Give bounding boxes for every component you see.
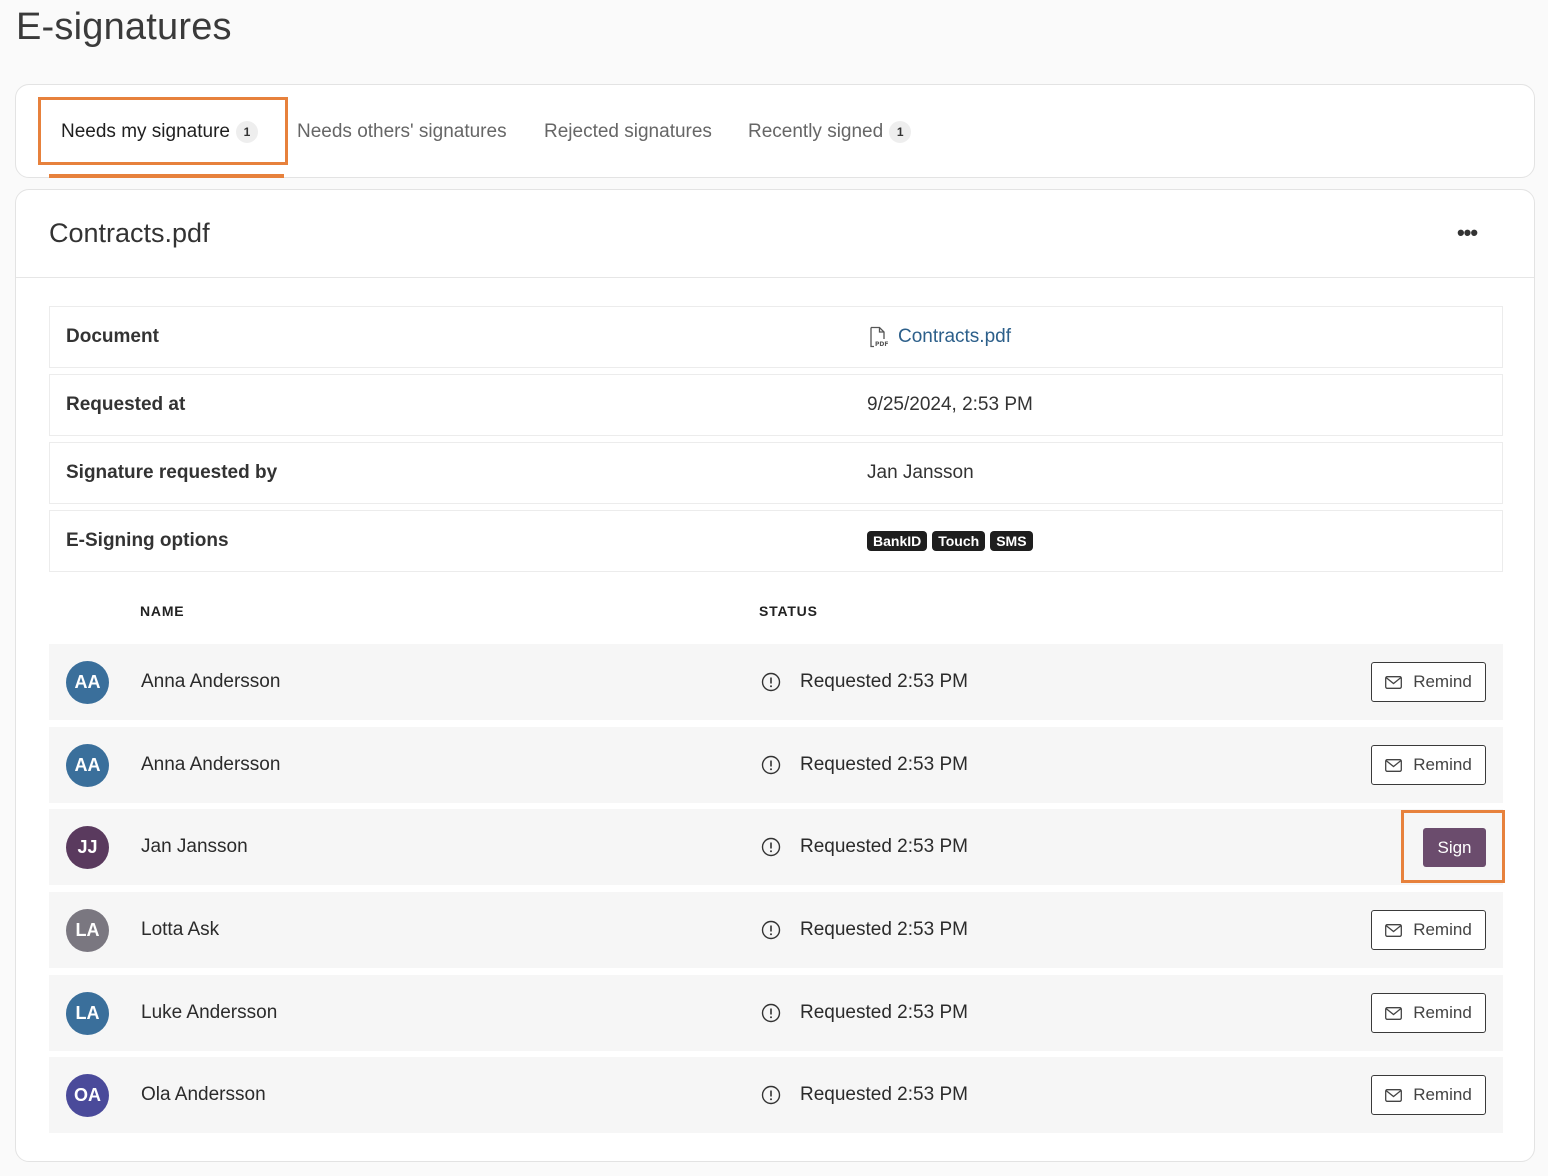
- tab-rejected-signatures[interactable]: Rejected signatures: [544, 85, 712, 179]
- pending-alert-icon: [761, 755, 781, 775]
- info-value: PDF Contracts.pdf: [867, 307, 1011, 367]
- remind-button-label: Remind: [1413, 920, 1472, 939]
- mail-icon: [1385, 923, 1403, 937]
- table-row: AA Anna Andersson Requested 2:53 PM Remind: [49, 644, 1503, 720]
- info-row-signing-options: E-Signing options BankID Touch SMS: [49, 510, 1503, 572]
- remind-button[interactable]: Remind: [1371, 745, 1486, 785]
- remind-button[interactable]: Remind: [1371, 993, 1486, 1033]
- info-row-document: Document PDF Contracts.pdf: [49, 306, 1503, 368]
- signer-status: Requested 2:53 PM: [761, 809, 968, 885]
- active-tab-indicator: [49, 174, 284, 178]
- info-label: Requested at: [66, 394, 186, 415]
- tab-needs-others-signatures[interactable]: Needs others' signatures: [297, 85, 507, 179]
- tab-label: Needs my signature: [61, 121, 230, 142]
- table-row: JJ Jan Jansson Requested 2:53 PM Sign: [49, 809, 1503, 885]
- pending-alert-icon: [761, 1003, 781, 1023]
- avatar: AA: [66, 661, 109, 704]
- signing-options-badges: BankID Touch SMS: [867, 511, 1038, 571]
- info-label: Document: [66, 326, 159, 347]
- status-text: Requested 2:53 PM: [800, 836, 968, 857]
- table-row: LA Lotta Ask Requested 2:53 PM Remind: [49, 892, 1503, 968]
- remind-button-label: Remind: [1413, 672, 1472, 691]
- tab-needs-my-signature[interactable]: Needs my signature 1: [61, 85, 258, 179]
- tab-label: Rejected signatures: [544, 121, 712, 142]
- table-row: LA Luke Andersson Requested 2:53 PM Remind: [49, 975, 1503, 1051]
- table-row: AA Anna Andersson Requested 2:53 PM Remind: [49, 727, 1503, 803]
- info-value: Jan Jansson: [867, 462, 974, 483]
- column-header-status: STATUS: [759, 603, 818, 619]
- pending-alert-icon: [761, 672, 781, 692]
- column-header-name: NAME: [140, 603, 185, 619]
- tab-bar: Needs my signature 1 Needs others' signa…: [15, 84, 1535, 178]
- document-card: Contracts.pdf ••• Document PDF Contracts…: [15, 189, 1535, 1162]
- document-title: Contracts.pdf: [49, 218, 210, 248]
- more-options-button[interactable]: •••: [1452, 218, 1482, 248]
- signing-option-badge: BankID: [867, 531, 928, 551]
- info-value: 9/25/2024, 2:53 PM: [867, 394, 1033, 415]
- page-title: E-signatures: [16, 6, 232, 48]
- tab-label: Needs others' signatures: [297, 121, 507, 142]
- mail-icon: [1385, 1088, 1403, 1102]
- remind-button-label: Remind: [1413, 1003, 1472, 1022]
- signer-status: Requested 2:53 PM: [761, 1057, 968, 1133]
- pending-alert-icon: [761, 837, 781, 857]
- info-label: Signature requested by: [66, 462, 278, 483]
- signer-status: Requested 2:53 PM: [761, 975, 968, 1051]
- avatar: LA: [66, 992, 109, 1035]
- remind-button-label: Remind: [1413, 755, 1472, 774]
- info-row-requested-by: Signature requested by Jan Jansson: [49, 442, 1503, 504]
- status-text: Requested 2:53 PM: [800, 919, 968, 940]
- signing-option-badge: SMS: [990, 531, 1033, 551]
- remind-button-label: Remind: [1413, 1085, 1472, 1104]
- table-row: OA Ola Andersson Requested 2:53 PM Remind: [49, 1057, 1503, 1133]
- tab-label: Recently signed: [748, 121, 884, 142]
- remind-button[interactable]: Remind: [1371, 910, 1486, 950]
- avatar: LA: [66, 909, 109, 952]
- pending-alert-icon: [761, 1085, 781, 1105]
- tab-count-badge: 1: [235, 121, 258, 143]
- mail-icon: [1385, 675, 1403, 689]
- document-link[interactable]: Contracts.pdf: [898, 326, 1011, 348]
- remind-button[interactable]: Remind: [1371, 1075, 1486, 1115]
- remind-button[interactable]: Remind: [1371, 662, 1486, 702]
- signing-option-badge: Touch: [932, 531, 986, 551]
- tab-recently-signed[interactable]: Recently signed 1: [748, 85, 912, 179]
- info-row-requested-at: Requested at 9/25/2024, 2:53 PM: [49, 374, 1503, 436]
- pdf-file-icon: PDF: [870, 326, 888, 348]
- document-header: Contracts.pdf •••: [16, 190, 1534, 278]
- tab-count-badge: 1: [889, 121, 912, 143]
- pending-alert-icon: [761, 920, 781, 940]
- status-text: Requested 2:53 PM: [800, 754, 968, 775]
- status-text: Requested 2:53 PM: [800, 1002, 968, 1023]
- avatar: JJ: [66, 826, 109, 869]
- signer-name: Lotta Ask: [141, 919, 220, 940]
- signer-status: Requested 2:53 PM: [761, 644, 968, 720]
- signer-name: Ola Andersson: [141, 1084, 266, 1105]
- signer-name: Luke Andersson: [141, 1002, 278, 1023]
- mail-icon: [1385, 1006, 1403, 1020]
- avatar: AA: [66, 744, 109, 787]
- mail-icon: [1385, 758, 1403, 772]
- sign-button[interactable]: Sign: [1423, 828, 1486, 867]
- signer-name: Anna Andersson: [141, 671, 281, 692]
- signer-name: Jan Jansson: [141, 836, 248, 857]
- svg-text:PDF: PDF: [875, 341, 888, 348]
- avatar: OA: [66, 1074, 109, 1117]
- signer-name: Anna Andersson: [141, 754, 281, 775]
- signer-status: Requested 2:53 PM: [761, 727, 968, 803]
- status-text: Requested 2:53 PM: [800, 1084, 968, 1105]
- status-text: Requested 2:53 PM: [800, 671, 968, 692]
- info-label: E-Signing options: [66, 530, 229, 551]
- signer-status: Requested 2:53 PM: [761, 892, 968, 968]
